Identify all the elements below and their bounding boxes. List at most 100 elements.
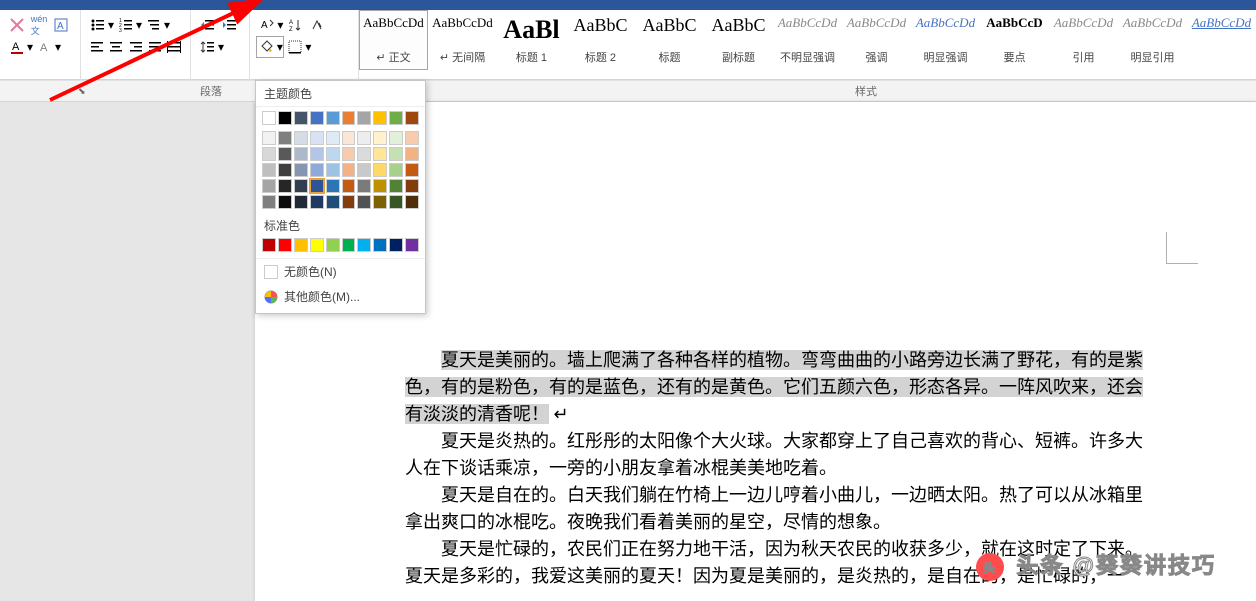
multilevel-dropdown[interactable]: ▾ [163,14,171,36]
document-body[interactable]: 夏天是美丽的。墙上爬满了各种各样的植物。弯弯曲曲的小路旁边长满了野花，有的是紫色… [405,142,1216,590]
color-swatch[interactable] [262,179,276,193]
more-colors-option[interactable]: 其他颜色(M)... [256,284,425,309]
color-swatch[interactable] [342,163,356,177]
color-swatch[interactable] [326,163,340,177]
color-swatch[interactable] [326,131,340,145]
phonetic-guide-button[interactable]: wén文 [28,14,50,36]
style-item[interactable]: AaBbC标题 2 [566,10,635,70]
color-swatch[interactable] [326,111,340,125]
show-marks-button[interactable] [306,14,328,36]
style-item[interactable]: AaBbCcDd不明显强调 [773,10,842,70]
color-swatch[interactable] [310,111,324,125]
color-swatch[interactable] [373,163,387,177]
style-item[interactable]: AaBl标题 1 [497,10,566,70]
color-swatch[interactable] [278,163,292,177]
color-swatch[interactable] [326,179,340,193]
color-swatch[interactable] [373,195,387,209]
color-swatch[interactable] [342,131,356,145]
justify-button[interactable] [145,36,164,58]
bullets-button[interactable] [87,14,109,36]
align-center-button[interactable] [106,36,125,58]
style-item[interactable]: AaBbC标题 [635,10,704,70]
style-item[interactable]: AaBbCcDd↵ 正文 [359,10,428,70]
color-swatch[interactable] [310,179,324,193]
color-swatch[interactable] [389,195,403,209]
style-item[interactable]: AaBbCcDd明显强调 [911,10,980,70]
no-color-option[interactable]: 无颜色(N) [256,259,425,284]
style-item[interactable]: AaBbCcDd引用 [1049,10,1118,70]
line-spacing-dropdown[interactable]: ▾ [217,36,225,58]
color-swatch[interactable] [310,163,324,177]
color-swatch[interactable] [278,131,292,145]
color-swatch[interactable] [357,238,371,252]
color-swatch[interactable] [262,195,276,209]
align-right-button[interactable] [126,36,145,58]
color-swatch[interactable] [262,111,276,125]
color-swatch[interactable] [262,163,276,177]
color-swatch[interactable] [357,163,371,177]
color-swatch[interactable] [342,195,356,209]
color-swatch[interactable] [389,111,403,125]
character-border-button[interactable]: A [50,14,72,36]
color-swatch[interactable] [389,131,403,145]
increase-indent-button[interactable] [219,14,241,36]
color-swatch[interactable] [373,131,387,145]
color-swatch[interactable] [389,238,403,252]
color-swatch[interactable] [326,238,340,252]
style-item[interactable]: AaBbC副标题 [704,10,773,70]
color-swatch[interactable] [294,147,308,161]
shading-button[interactable] [256,36,278,58]
color-swatch[interactable] [342,111,356,125]
color-swatch[interactable] [373,179,387,193]
color-swatch[interactable] [310,238,324,252]
color-swatch[interactable] [357,179,371,193]
color-swatch[interactable] [310,147,324,161]
borders-dropdown[interactable]: ▾ [304,36,312,58]
paragraph-3[interactable]: 夏天是自在的。白天我们躺在竹椅上一边儿哼着小曲儿，一边晒太阳。热了可以从冰箱里拿… [405,482,1156,536]
text-effects-dropdown[interactable]: ▾ [54,36,62,58]
font-color-dropdown[interactable]: ▾ [26,36,34,58]
clear-formatting-button[interactable] [6,14,28,36]
color-swatch[interactable] [405,179,419,193]
style-item[interactable]: AaBbCcDd↵ 无间隔 [428,10,497,70]
color-swatch[interactable] [294,163,308,177]
color-swatch[interactable] [342,238,356,252]
color-swatch[interactable] [294,238,308,252]
bullets-dropdown[interactable]: ▾ [107,14,115,36]
styles-gallery[interactable]: AaBbCcDd↵ 正文AaBbCcDd↵ 无间隔AaBl标题 1AaBbC标题… [359,10,1256,72]
style-item[interactable]: AaBbCcDd强调 [842,10,911,70]
color-swatch[interactable] [262,131,276,145]
decrease-indent-button[interactable] [197,14,219,36]
color-swatch[interactable] [294,179,308,193]
color-swatch[interactable] [294,131,308,145]
line-spacing-button[interactable] [197,36,219,58]
color-swatch[interactable] [389,163,403,177]
shading-color-picker[interactable]: 主题颜色 标准色 无颜色(N) 其他颜色(M)... [255,80,426,314]
color-swatch[interactable] [405,147,419,161]
text-direction-dropdown[interactable]: ▾ [276,14,284,36]
text-effects-button[interactable]: A [34,36,56,58]
paragraph-2[interactable]: 夏天是炎热的。红彤彤的太阳像个大火球。大家都穿上了自己喜欢的背心、短裤。许多大人… [405,428,1156,482]
color-swatch[interactable] [342,147,356,161]
color-swatch[interactable] [278,195,292,209]
shading-dropdown[interactable]: ▾ [276,36,284,58]
color-swatch[interactable] [405,238,419,252]
sort-button[interactable]: AZ [284,14,306,36]
distributed-button[interactable] [165,36,184,58]
color-swatch[interactable] [357,147,371,161]
color-swatch[interactable] [405,163,419,177]
color-swatch[interactable] [357,111,371,125]
numbering-button[interactable]: 123 [115,14,137,36]
color-swatch[interactable] [326,147,340,161]
color-swatch[interactable] [389,179,403,193]
borders-button[interactable] [284,36,306,58]
color-swatch[interactable] [262,147,276,161]
color-swatch[interactable] [405,195,419,209]
highlighted-text[interactable]: 夏天是美丽的。墙上爬满了各种各样的植物。弯弯曲曲的小路旁边长满了野花，有的是紫色… [405,350,1143,424]
align-left-button[interactable] [87,36,106,58]
color-swatch[interactable] [389,147,403,161]
style-item[interactable]: AaBbCcDd明显引用 [1118,10,1187,70]
paragraph-1[interactable]: 夏天是美丽的。墙上爬满了各种各样的植物。弯弯曲曲的小路旁边长满了野花，有的是紫色… [405,347,1156,428]
color-swatch[interactable] [278,238,292,252]
color-swatch[interactable] [326,195,340,209]
